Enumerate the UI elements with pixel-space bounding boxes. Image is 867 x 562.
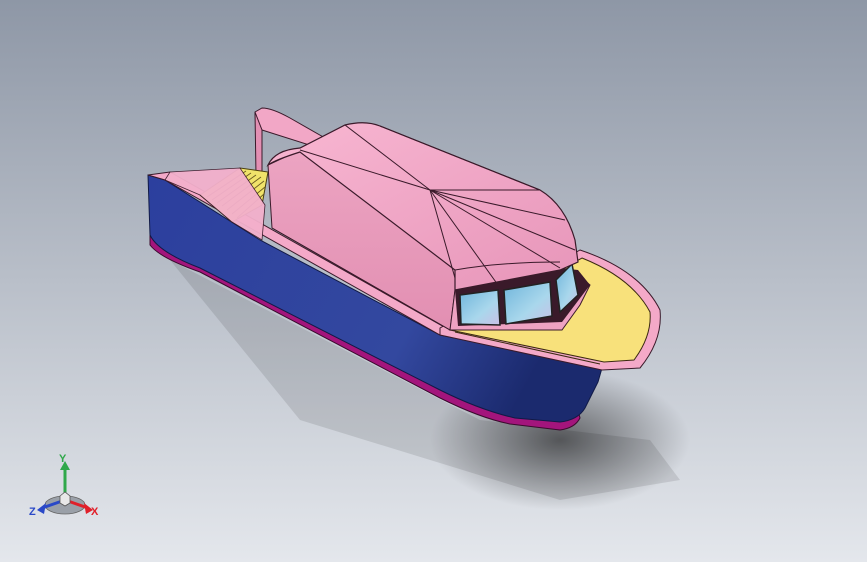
x-axis-label: X — [91, 506, 99, 518]
model-canvas[interactable]: Y X Z — [0, 0, 867, 562]
z-axis-label: Z — [29, 506, 36, 518]
window-pane-left[interactable] — [459, 289, 501, 326]
y-axis-label: Y — [59, 453, 67, 465]
window-pane-center[interactable] — [503, 281, 553, 325]
graphics-viewport[interactable]: Y X Z — [0, 0, 867, 562]
